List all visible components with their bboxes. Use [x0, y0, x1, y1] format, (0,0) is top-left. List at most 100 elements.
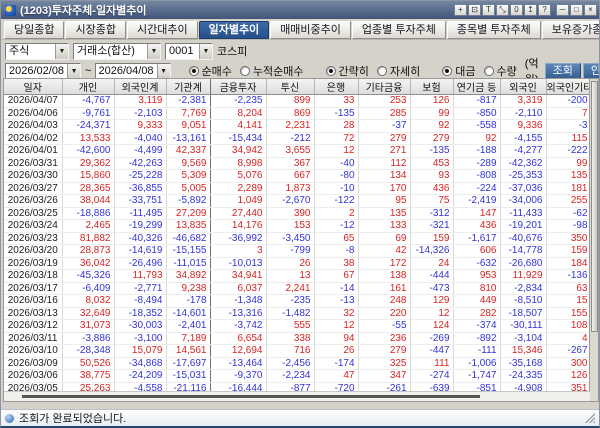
- date-from-select[interactable]: 2026/02/08 ▼: [5, 62, 82, 80]
- radio-icon[interactable]: [376, 66, 387, 76]
- add-button[interactable]: +: [454, 4, 467, 16]
- code-select[interactable]: 0001 ▼: [165, 42, 213, 60]
- radio-icon[interactable]: [483, 66, 494, 76]
- column-header[interactable]: 보험: [410, 79, 454, 95]
- column-header[interactable]: 은행: [314, 79, 359, 95]
- column-header[interactable]: 외국인기타: [546, 79, 592, 95]
- table-row[interactable]: 2026/03/16 8,032 -8,494 -178 -1,348 -235 -13 24…: [4, 294, 592, 308]
- table-cell: -28,348: [62, 344, 115, 358]
- chevron-down-icon[interactable]: ▼: [156, 63, 170, 79]
- tab-6[interactable]: 종목별 투자주체: [446, 21, 541, 39]
- horizontal-scrollbar[interactable]: [4, 391, 590, 401]
- exchange-select[interactable]: 거래소(합산) ▼: [73, 42, 161, 60]
- table-row[interactable]: 2026/03/24 2,465 -19,299 13,835 14,176 153 -12…: [4, 219, 592, 233]
- table-cell: -18,352: [114, 307, 167, 320]
- chevron-down-icon[interactable]: ▼: [55, 43, 68, 59]
- radio-option[interactable]: 대금: [442, 63, 476, 79]
- tab-4[interactable]: 매매비중추이: [270, 21, 351, 39]
- table-cell: 12: [314, 319, 359, 333]
- column-header[interactable]: 개인: [62, 79, 115, 95]
- table-cell: 27,209: [166, 207, 211, 220]
- table-cell: -37,036: [500, 182, 547, 195]
- table-row[interactable]: 2026/03/13 32,649 -18,352 -14,601 -13,316 -1,…: [4, 307, 592, 320]
- table-row[interactable]: 2026/03/10 -28,348 15,079 14,561 12,694 716 26…: [4, 344, 592, 358]
- table-cell: 236: [358, 332, 411, 345]
- table-cell: 36,042: [62, 257, 115, 270]
- column-header[interactable]: 투신: [266, 79, 315, 95]
- radio-option[interactable]: 수량: [483, 63, 517, 79]
- text-button[interactable]: T: [482, 4, 495, 16]
- print-button[interactable]: 인쇄: [582, 63, 599, 79]
- table-cell: -34,006: [500, 194, 547, 208]
- radio-icon[interactable]: [442, 66, 453, 76]
- radio-option[interactable]: 자세히: [376, 63, 420, 79]
- table-row[interactable]: 2026/03/26 38,044 -33,751 -5,892 1,049 -2,670…: [4, 194, 592, 208]
- table-cell: 248: [358, 294, 411, 308]
- table-cell: 14,561: [166, 344, 211, 358]
- table-row[interactable]: 2026/04/01 -42,600 -4,499 42,337 34,942 3,655…: [4, 144, 592, 158]
- tab-5[interactable]: 업종별 투자주체: [351, 21, 446, 39]
- radio-option[interactable]: 순매수: [188, 63, 232, 79]
- table-row[interactable]: 2026/03/17 -6,409 -2,771 9,238 6,037 2,241 -14…: [4, 282, 592, 295]
- vertical-scrollbar-thumb[interactable]: [591, 81, 598, 333]
- resize-grip-icon[interactable]: [585, 413, 595, 423]
- table-cell: -2,381: [166, 94, 211, 108]
- market-select[interactable]: 주식 ▼: [5, 42, 69, 60]
- table-cell: 99: [410, 107, 454, 120]
- table-row[interactable]: 2026/04/02 13,533 -4,040 -13,161 -15,434 -212…: [4, 132, 592, 145]
- column-header[interactable]: 연기금 등: [453, 79, 501, 95]
- table-row[interactable]: 2026/03/11 -3,886 -3,100 7,189 6,654 338 94 236…: [4, 332, 592, 345]
- radio-icon[interactable]: [188, 66, 199, 76]
- radio-option[interactable]: 누적순매수: [239, 63, 304, 79]
- close-button[interactable]: ×: [584, 4, 597, 16]
- column-header[interactable]: 외국인계: [114, 79, 167, 95]
- query-button[interactable]: 조회: [544, 63, 581, 79]
- chevron-down-icon[interactable]: ▼: [147, 43, 160, 59]
- pin-button[interactable]: ↥: [524, 4, 537, 16]
- table-row[interactable]: 2026/03/06 38,775 -24,209 -15,031 -9,370 -2,2…: [4, 369, 592, 383]
- column-header[interactable]: 기타금융: [358, 79, 411, 95]
- table-row[interactable]: 2026/03/23 81,882 -40,326 -46,682 -36,992 -3,…: [4, 232, 592, 245]
- zero-button[interactable]: 0: [510, 4, 523, 16]
- table-row[interactable]: 2026/03/19 36,042 -26,496 -11,015 -10,013 26 3…: [4, 257, 592, 270]
- vertical-scrollbar[interactable]: [589, 79, 598, 401]
- table-cell: -4,155: [500, 132, 547, 145]
- table-row[interactable]: 2026/03/30 15,860 -25,228 5,309 5,076 667 -80 1…: [4, 169, 592, 183]
- table-row[interactable]: 2026/04/03 -24,371 9,333 9,051 4,141 2,231 28-…: [4, 119, 592, 133]
- tab-0[interactable]: 당일종합: [4, 21, 65, 39]
- table-row[interactable]: 2026/04/07 -4,767 3,119 -2,381 -2,235 899 33 25…: [4, 94, 592, 108]
- table-row[interactable]: 2026/03/09 50,526 -34,868 -17,697 -13,464 -2,…: [4, 357, 592, 370]
- chevron-down-icon[interactable]: ▼: [67, 63, 81, 79]
- column-header[interactable]: 일자: [4, 79, 63, 95]
- maximize-button[interactable]: □: [570, 4, 583, 16]
- table-row[interactable]: 2026/03/27 28,365 -36,855 5,005 2,289 1,873 -1…: [4, 182, 592, 195]
- table-cell: 2,241: [266, 282, 315, 295]
- horizontal-scrollbar-thumb[interactable]: [22, 395, 480, 398]
- radio-icon[interactable]: [325, 66, 336, 76]
- screen-button[interactable]: ⊡: [468, 4, 481, 16]
- radio-option[interactable]: 간략히: [325, 63, 369, 79]
- column-header[interactable]: 외국인: [500, 79, 547, 95]
- column-header[interactable]: 금융투자: [210, 79, 267, 95]
- cell-date: 2026/03/24: [4, 219, 63, 233]
- table-row[interactable]: 2026/03/18 -45,326 11,793 34,892 34,941 13 67 1…: [4, 269, 592, 283]
- tab-3[interactable]: 일자별추이: [198, 21, 270, 39]
- chevron-down-icon[interactable]: ▼: [199, 43, 212, 59]
- table-row[interactable]: 2026/03/12 31,073 -30,003 -2,401 -3,742 555 12…: [4, 319, 592, 333]
- tab-2[interactable]: 시간대추이: [126, 21, 198, 39]
- tab-1[interactable]: 시장종합: [65, 21, 126, 39]
- date-to-select[interactable]: 2026/04/08 ▼: [94, 62, 171, 80]
- resize-button[interactable]: ⤡: [496, 4, 509, 16]
- table-row[interactable]: 2026/03/31 29,362 -42,263 9,569 8,998 367 -40 1…: [4, 157, 592, 170]
- minimize-button[interactable]: ─: [556, 4, 569, 16]
- table-row[interactable]: 2026/03/20 28,873 -14,619 -15,155 3 -799 -8 42-…: [4, 244, 592, 258]
- help-button[interactable]: ?: [538, 4, 551, 16]
- cell-date: 2026/03/20: [4, 244, 63, 258]
- table-cell: -2,110: [500, 107, 547, 120]
- table-row[interactable]: 2026/04/06 -9,761 -2,103 7,769 8,204 869 -135 2…: [4, 107, 592, 120]
- tab-7[interactable]: 보유증가종목: [541, 21, 599, 39]
- radio-icon[interactable]: [239, 66, 250, 76]
- table-cell: -4,499: [114, 144, 167, 158]
- table-row[interactable]: 2026/03/25 -18,886 -11,495 27,209 27,440 390 2…: [4, 207, 592, 220]
- column-header[interactable]: 기관계: [166, 79, 211, 95]
